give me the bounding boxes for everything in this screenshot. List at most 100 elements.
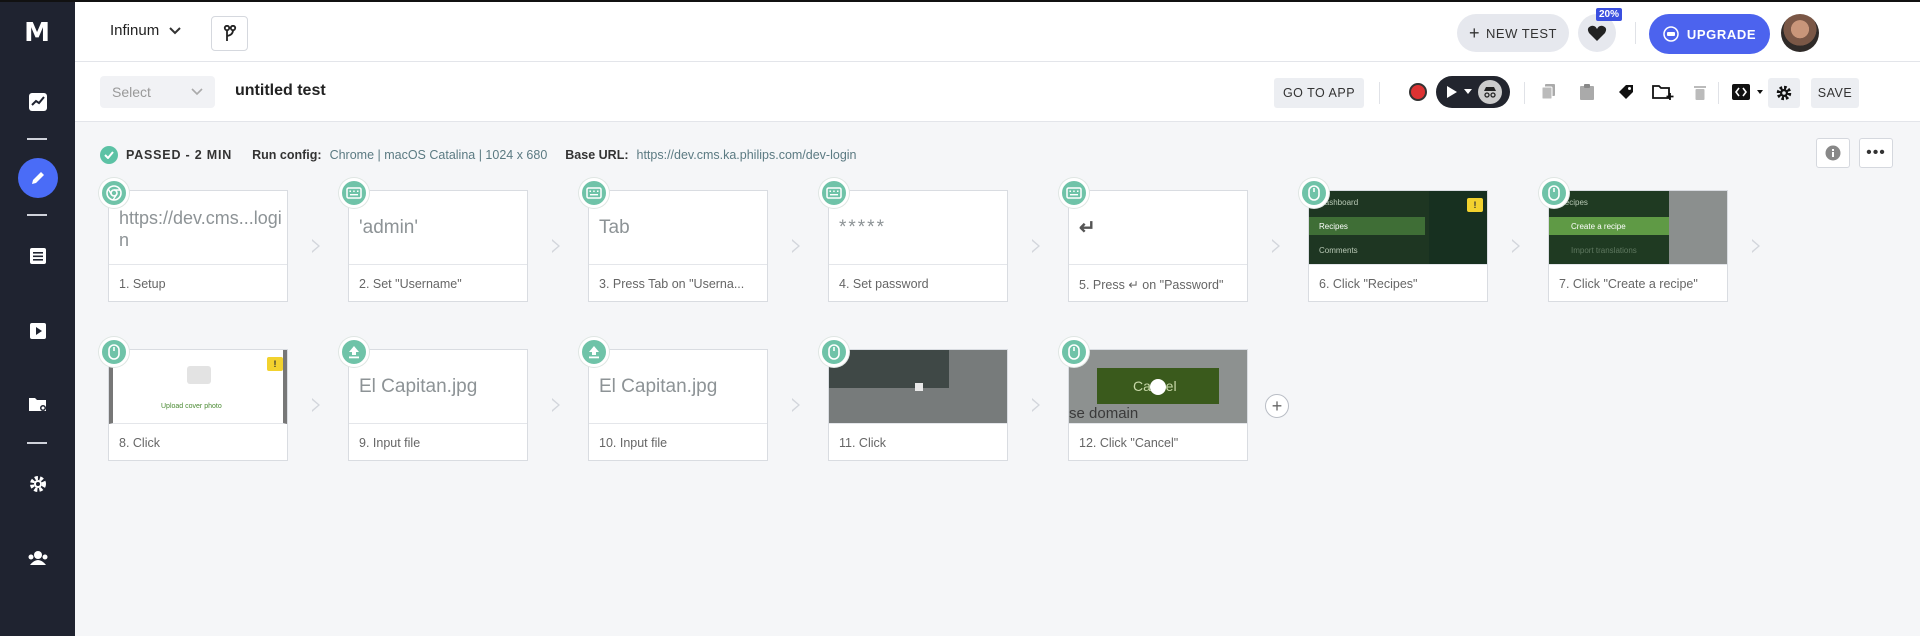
step-screenshot — [829, 350, 1007, 424]
step-caption: 2. Set "Username" — [359, 277, 462, 291]
step-card[interactable]: Recipes Create a recipe Import translati… — [1548, 190, 1728, 302]
incognito-icon[interactable] — [1478, 80, 1502, 104]
keyboard-icon — [819, 178, 849, 208]
keyboard-icon — [579, 178, 609, 208]
rocket-icon — [1663, 26, 1679, 42]
step-screenshot: Dashboard Recipes Comments ! — [1309, 191, 1487, 265]
background-text: se domain — [1069, 405, 1139, 422]
step-preview: El Capitan.jpg — [589, 350, 767, 424]
upgrade-button[interactable]: UPGRADE — [1649, 14, 1770, 54]
settings-icon[interactable] — [18, 464, 58, 504]
org-switcher[interactable]: Infinum — [110, 22, 181, 39]
top-bar: Infinum — [75, 2, 1920, 62]
info-button[interactable] — [1816, 138, 1850, 168]
step-connector — [792, 398, 800, 412]
branch-button[interactable] — [211, 16, 248, 51]
step-card[interactable]: ***** 4. Set password — [828, 190, 1008, 302]
step-card[interactable]: Cancel se domain 12. Click "Cancel" — [1068, 349, 1248, 461]
add-folder-icon[interactable] — [1651, 80, 1675, 104]
gear-icon — [1776, 85, 1792, 101]
step-card[interactable]: El Capitan.jpg 9. Input file — [348, 349, 528, 461]
step-connector — [1512, 239, 1520, 253]
tag-icon[interactable] — [1614, 80, 1638, 104]
run-config-label: Run config: — [252, 148, 322, 162]
new-test-button[interactable]: + NEW TEST — [1457, 14, 1569, 52]
step-connector — [552, 239, 560, 253]
mouse-icon — [1539, 178, 1569, 208]
upgrade-label: UPGRADE — [1686, 26, 1757, 42]
divider — [1635, 22, 1636, 44]
menu-item: Create a recipe — [1549, 217, 1669, 235]
run-config-value[interactable]: Chrome | macOS Catalina | 1024 x 680 — [330, 148, 548, 162]
folder-select[interactable]: Select — [100, 76, 215, 108]
sidebar-divider — [27, 138, 47, 140]
step-card[interactable]: Tab 3. Press Tab on "Userna... — [588, 190, 768, 302]
code-export-icon[interactable] — [1729, 80, 1769, 104]
step-screenshot: Upload cover photo ! — [109, 350, 287, 424]
step-caption: 5. Press ↵ on "Password" — [1079, 278, 1224, 292]
step-card[interactable]: Upload cover photo ! 8. Click — [108, 349, 288, 461]
test-name[interactable]: untitled test — [235, 82, 326, 100]
step-card[interactable]: https://dev.cms...login 1. Setup — [108, 190, 288, 302]
step-connector — [1752, 239, 1760, 253]
mouse-icon — [1299, 178, 1329, 208]
copy-icon[interactable] — [1537, 80, 1561, 104]
step-caption: 4. Set password — [839, 277, 929, 291]
step-card[interactable]: 11. Click — [828, 349, 1008, 461]
step-connector — [1032, 239, 1040, 253]
info-icon — [1825, 145, 1841, 161]
warning-icon: ! — [1467, 198, 1483, 212]
menu-item: Recipes — [1309, 217, 1425, 235]
keyboard-icon — [339, 178, 369, 208]
run-result[interactable]: PASSED - 2 MIN — [126, 148, 232, 162]
step-connector — [552, 398, 560, 412]
step-caption: 3. Press Tab on "Userna... — [599, 277, 745, 291]
base-url-value[interactable]: https://dev.cms.ka.philips.com/dev-login — [637, 148, 857, 162]
record-button[interactable] — [1409, 83, 1427, 101]
step-preview: El Capitan.jpg — [349, 350, 527, 424]
step-card[interactable]: El Capitan.jpg 10. Input file — [588, 349, 768, 461]
select-placeholder: Select — [112, 84, 151, 100]
play-icon — [1447, 86, 1457, 98]
plus-icon: + — [1271, 396, 1283, 416]
divider — [1524, 82, 1525, 104]
activity-icon[interactable] — [18, 82, 58, 122]
discount-badge: 20% — [1596, 8, 1623, 21]
sidebar: M — [0, 2, 75, 636]
step-preview: Tab — [589, 191, 767, 265]
step-preview: ↵ — [1069, 191, 1247, 265]
caret-down-icon[interactable] — [1464, 89, 1472, 95]
step-preview: ***** — [829, 191, 1007, 265]
step-caption: 10. Input file — [599, 436, 668, 450]
step-caption: 1. Setup — [119, 277, 166, 291]
plus-icon: + — [1469, 23, 1481, 43]
paste-icon[interactable] — [1575, 80, 1599, 104]
edit-icon[interactable] — [18, 158, 58, 198]
avatar[interactable] — [1781, 14, 1819, 52]
add-step-button[interactable]: + — [1265, 394, 1289, 418]
camera-icon — [187, 366, 211, 384]
more-options-button[interactable]: ••• — [1859, 138, 1893, 168]
step-preview: https://dev.cms...login — [109, 191, 287, 265]
folder-gear-icon[interactable] — [18, 384, 58, 424]
play-icon[interactable] — [18, 311, 58, 351]
team-icon[interactable] — [18, 538, 58, 578]
test-settings-button[interactable] — [1768, 78, 1800, 108]
save-button[interactable]: SAVE — [1811, 78, 1859, 108]
mouse-icon — [819, 337, 849, 367]
org-name: Infinum — [110, 22, 160, 39]
test-toolbar: Select untitled test GO TO APP — [75, 62, 1920, 122]
app-logo[interactable]: M — [22, 20, 52, 46]
play-button-group[interactable] — [1436, 76, 1510, 108]
go-to-app-button[interactable]: GO TO APP — [1274, 78, 1364, 108]
trash-icon[interactable] — [1688, 80, 1712, 104]
step-connector — [792, 239, 800, 253]
keyboard-icon — [1059, 178, 1089, 208]
step-card[interactable]: Dashboard Recipes Comments ! 6. Click "R… — [1308, 190, 1488, 302]
step-card[interactable]: 'admin' 2. Set "Username" — [348, 190, 528, 302]
step-card[interactable]: ↵ 5. Press ↵ on "Password" — [1068, 190, 1248, 302]
heart-icon — [1587, 25, 1607, 41]
list-icon[interactable] — [18, 236, 58, 276]
step-caption: 11. Click — [839, 436, 887, 450]
divider — [1718, 82, 1719, 104]
